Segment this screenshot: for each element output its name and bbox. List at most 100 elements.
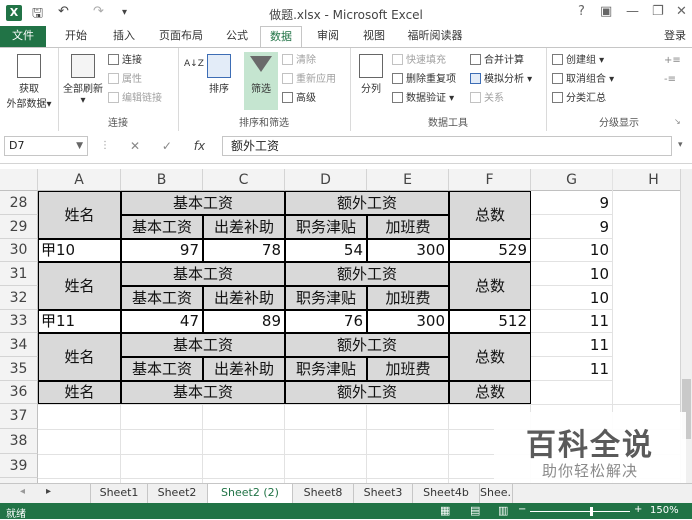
cell-g32[interactable]: 10 xyxy=(531,286,613,310)
tab-foxit[interactable]: 福昕阅读器 xyxy=(402,26,468,47)
refresh-all-button[interactable]: 全部刷新 ▾ xyxy=(60,54,106,106)
sheet-tab-more[interactable]: Shee... xyxy=(480,484,513,503)
connections-button[interactable]: 连接 xyxy=(108,53,142,69)
minimize-button[interactable]: — xyxy=(626,4,639,19)
cell-b33[interactable]: 47 xyxy=(121,310,203,333)
relationships-button[interactable]: 关系 xyxy=(470,91,504,107)
cell-header-total[interactable]: 总数 xyxy=(449,333,531,381)
cell-e33[interactable]: 300 xyxy=(367,310,449,333)
what-if-button[interactable]: 模拟分析 ▾ xyxy=(470,72,532,88)
cell-header-base[interactable]: 基本工资 xyxy=(121,333,285,357)
login-link[interactable]: 登录 xyxy=(664,26,686,46)
name-box[interactable]: D7 ▼ xyxy=(4,136,88,156)
consolidate-button[interactable]: 合并计算 xyxy=(470,53,524,69)
row-header-35[interactable]: 35 xyxy=(0,357,38,381)
select-all-corner[interactable] xyxy=(0,169,38,191)
remove-duplicates-button[interactable]: 删除重复项 xyxy=(392,72,456,88)
properties-button[interactable]: 属性 xyxy=(108,72,142,88)
column-header-e[interactable]: E xyxy=(367,169,449,191)
column-header-g[interactable]: G xyxy=(531,169,613,191)
subtotal-button[interactable]: 分类汇总 xyxy=(552,91,606,107)
tab-view[interactable]: 视图 xyxy=(356,26,392,47)
flash-fill-button[interactable]: 快速填充 xyxy=(392,53,446,69)
tab-formulas[interactable]: 公式 xyxy=(220,26,254,47)
sheet-tab-sheet4b[interactable]: Sheet4b xyxy=(413,484,480,503)
cell-sub-ot[interactable]: 加班费 xyxy=(367,357,449,381)
tab-home[interactable]: 开始 xyxy=(58,26,94,47)
help-icon[interactable]: ? xyxy=(578,4,585,19)
cell-sub-ot[interactable]: 加班费 xyxy=(367,286,449,310)
cell-header-base[interactable]: 基本工资 xyxy=(121,381,285,404)
cell-header-name[interactable]: 姓名 xyxy=(38,262,121,310)
row-header-29[interactable]: 29 xyxy=(0,215,38,239)
expand-formula-icon[interactable]: ▾ xyxy=(678,140,683,150)
hide-detail-icon[interactable]: -≡ xyxy=(664,72,676,88)
cell-sub-base[interactable]: 基本工资 xyxy=(121,357,203,381)
row-header-39[interactable]: 39 xyxy=(0,454,38,478)
text-to-columns-button[interactable]: 分列 xyxy=(354,54,388,95)
cell-f30[interactable]: 529 xyxy=(449,239,531,262)
cell-header-extra[interactable]: 额外工资 xyxy=(285,191,449,215)
cell-header-total[interactable]: 总数 xyxy=(449,262,531,310)
cell-header-extra[interactable]: 额外工资 xyxy=(285,333,449,357)
cell-header-name[interactable]: 姓名 xyxy=(38,381,121,404)
cell-c30[interactable]: 78 xyxy=(203,239,285,262)
zoom-out-icon[interactable]: − xyxy=(518,504,526,515)
column-header-h[interactable]: H xyxy=(613,169,680,191)
tab-review[interactable]: 审阅 xyxy=(310,26,346,47)
page-layout-view-icon[interactable]: ▤ xyxy=(470,504,480,517)
column-header-c[interactable]: C xyxy=(203,169,285,191)
cell-sub-duty[interactable]: 职务津贴 xyxy=(285,357,367,381)
row-header-28[interactable]: 28 xyxy=(0,191,38,215)
row-header-32[interactable]: 32 xyxy=(0,286,38,310)
row-header-30[interactable]: 30 xyxy=(0,239,38,262)
advanced-button[interactable]: 高级 xyxy=(282,91,316,107)
zoom-slider[interactable] xyxy=(530,511,630,512)
column-header-f[interactable]: F xyxy=(449,169,531,191)
cell-c33[interactable]: 89 xyxy=(203,310,285,333)
row-header-33[interactable]: 33 xyxy=(0,310,38,333)
row-header-36[interactable]: 36 xyxy=(0,381,38,404)
cell-header-name[interactable]: 姓名 xyxy=(38,191,121,239)
insert-function-icon[interactable]: fx xyxy=(194,139,205,153)
zoom-in-icon[interactable]: + xyxy=(634,504,642,515)
close-button[interactable]: ✕ xyxy=(676,4,687,19)
sheet-tab-sheet8[interactable]: Sheet8 xyxy=(293,484,354,503)
zoom-level[interactable]: 150% xyxy=(650,505,679,516)
cell-g29[interactable]: 9 xyxy=(531,215,613,239)
cell-sub-duty[interactable]: 职务津贴 xyxy=(285,215,367,239)
cell-g33[interactable]: 11 xyxy=(531,310,613,333)
tab-data[interactable]: 数据 xyxy=(260,26,302,48)
page-break-view-icon[interactable]: ▥ xyxy=(498,504,508,517)
cell-d30[interactable]: 54 xyxy=(285,239,367,262)
cancel-icon[interactable]: ✕ xyxy=(130,139,140,153)
cell-header-base[interactable]: 基本工资 xyxy=(121,262,285,286)
cell-a30[interactable]: 甲10 xyxy=(38,239,121,262)
cell-sub-trip[interactable]: 出差补助 xyxy=(203,286,285,310)
clear-button[interactable]: 清除 xyxy=(282,53,316,69)
row-header-34[interactable]: 34 xyxy=(0,333,38,357)
cell-sub-base[interactable]: 基本工资 xyxy=(121,215,203,239)
get-external-data-button[interactable]: 获取 外部数据▾ xyxy=(2,54,56,110)
row-header-38[interactable]: 38 xyxy=(0,429,38,454)
cell-g30[interactable]: 10 xyxy=(531,239,613,262)
cell-sub-trip[interactable]: 出差补助 xyxy=(203,357,285,381)
reapply-button[interactable]: 重新应用 xyxy=(282,72,336,88)
filter-button[interactable]: 筛选 xyxy=(244,52,278,110)
column-header-b[interactable]: B xyxy=(121,169,203,191)
zoom-slider-thumb[interactable] xyxy=(590,507,593,516)
cell-g34[interactable]: 11 xyxy=(531,333,613,357)
normal-view-icon[interactable]: ▦ xyxy=(440,504,450,517)
cell-sub-ot[interactable]: 加班费 xyxy=(367,215,449,239)
edit-links-button[interactable]: 编辑链接 xyxy=(108,91,162,107)
column-header-a[interactable]: A xyxy=(38,169,121,191)
cell-g31[interactable]: 10 xyxy=(531,262,613,286)
scroll-right-icon[interactable]: ▸ xyxy=(46,486,51,497)
cell-g28[interactable]: 9 xyxy=(531,191,613,215)
cell-header-name[interactable]: 姓名 xyxy=(38,333,121,381)
column-header-d[interactable]: D xyxy=(285,169,367,191)
row-header-31[interactable]: 31 xyxy=(0,262,38,286)
cell-d33[interactable]: 76 xyxy=(285,310,367,333)
dialog-launcher-icon[interactable]: ↘ xyxy=(674,114,681,130)
sheet-tab-sheet1[interactable]: Sheet1 xyxy=(90,484,148,503)
